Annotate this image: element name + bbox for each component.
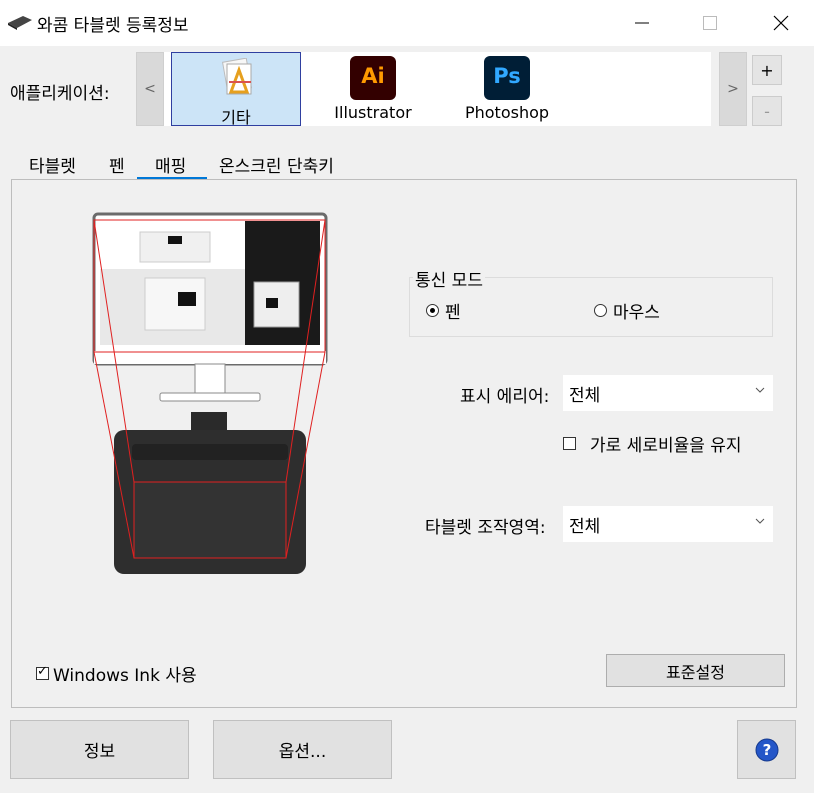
about-button[interactable]: 정보 [10, 720, 189, 779]
illustrator-icon: Ai [350, 56, 396, 100]
keep-ratio-option[interactable]: 가로 세로비율을 유지 [563, 431, 742, 456]
defaults-button[interactable]: 표준설정 [606, 654, 785, 687]
keep-ratio-checkbox[interactable] [563, 437, 576, 450]
other-app-icon [221, 58, 253, 95]
photoshop-icon: Ps [484, 56, 530, 100]
add-app-button[interactable]: + [752, 55, 782, 85]
help-button[interactable]: ? [737, 720, 796, 779]
tab-bar: 타블렛 펜 매핑 온스크린 단축키 [11, 144, 797, 180]
tablet-area-value: 전체 [569, 517, 601, 537]
app-next-button[interactable]: > [719, 52, 747, 126]
app-item-label: Illustrator [334, 103, 412, 122]
minimize-button[interactable] [609, 0, 675, 46]
mode-pen-label: 펜 [445, 303, 461, 323]
chevron-down-icon [755, 387, 765, 393]
maximize-button[interactable] [677, 0, 743, 46]
chevron-down-icon [755, 518, 765, 524]
display-area-label: 표시 에리어: [460, 387, 550, 407]
applications-label: 애플리케이션: [10, 84, 110, 104]
tablet-area-label: 타블렛 조작영역: [425, 518, 546, 538]
radio-mouse[interactable] [594, 304, 607, 317]
keep-ratio-label: 가로 세로비율을 유지 [590, 436, 742, 456]
windows-ink-option[interactable]: Windows Ink 사용 [36, 661, 197, 686]
app-item-other[interactable]: 기타 [171, 52, 301, 127]
mode-pen-option[interactable]: 펜 [426, 298, 461, 323]
windows-ink-checkbox[interactable] [36, 664, 49, 680]
options-button[interactable]: 옵션... [213, 720, 392, 779]
close-button[interactable] [748, 0, 814, 46]
tablet-area-select[interactable]: 전체 [563, 506, 773, 542]
app-item-label: Photoshop [464, 103, 550, 122]
app-item-photoshop[interactable]: Ps Photoshop [442, 52, 572, 126]
title-bar: 와콤 타블렛 등록정보 [0, 0, 814, 46]
help-icon: ? [755, 738, 778, 761]
mode-mouse-label: 마우스 [613, 303, 660, 323]
app-prev-button[interactable]: < [136, 52, 164, 126]
tab-onscreen-controls[interactable]: 온스크린 단축키 [219, 152, 334, 177]
tablet-app-icon [8, 16, 32, 30]
tab-tablet[interactable]: 타블렛 [29, 152, 76, 177]
remove-app-button[interactable]: - [752, 96, 782, 126]
display-area-select[interactable]: 전체 [563, 375, 773, 411]
maximize-icon [703, 16, 717, 30]
windows-ink-label: Windows Ink 사용 [53, 666, 197, 686]
close-icon [773, 15, 789, 31]
tab-pen[interactable]: 펜 [109, 152, 125, 177]
minimize-icon [635, 22, 649, 24]
tab-mapping[interactable]: 매핑 [155, 152, 186, 177]
app-item-illustrator[interactable]: Ai Illustrator [308, 52, 438, 126]
mode-group-title: 통신 모드 [413, 266, 485, 291]
application-list: 기타 Ai Illustrator Ps Photoshop [164, 52, 711, 127]
window-title: 와콤 타블렛 등록정보 [37, 16, 189, 36]
app-item-label: 기타 [221, 108, 251, 127]
radio-pen[interactable] [426, 304, 439, 317]
mode-mouse-option[interactable]: 마우스 [594, 298, 660, 323]
display-area-value: 전체 [569, 386, 601, 406]
svg-text:?: ? [762, 741, 771, 759]
mapping-illustration [92, 212, 328, 574]
